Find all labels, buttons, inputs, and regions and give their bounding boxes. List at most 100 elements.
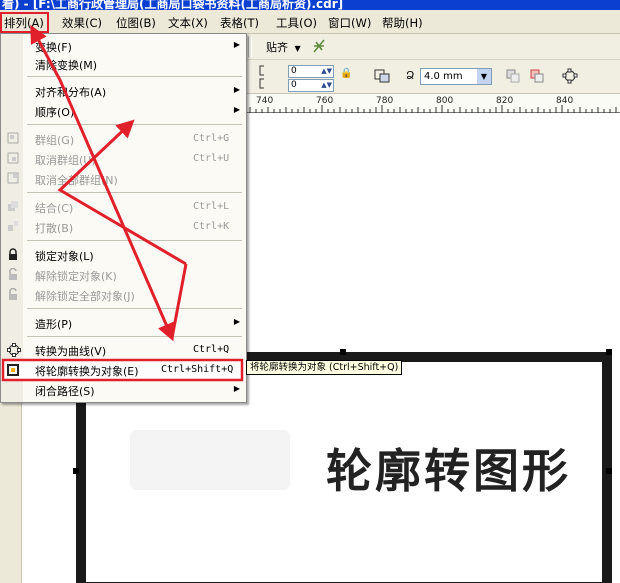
outline-width-value: 4.0 mm (424, 71, 463, 82)
menu-separator (27, 124, 242, 125)
menu-item-break-apart[interactable]: 打散(B) Ctrl+K (1, 217, 246, 237)
menu-window[interactable]: 窗口(W) (328, 14, 371, 32)
outline-width-select[interactable]: 4.0 mm ▼ (420, 68, 492, 85)
menu-item-combine[interactable]: 结合(C) Ctrl+L (1, 197, 246, 217)
menu-item-lock-object[interactable]: 锁定对象(L) (1, 245, 246, 265)
field-a-input[interactable]: 0 ▲▼ (288, 65, 334, 78)
submenu-arrow-icon: ▶ (233, 317, 240, 326)
ruler-label: 760 (316, 96, 334, 106)
selection-handle[interactable] (340, 349, 346, 355)
menu-item-label: 将轮廓转换为对象(E) (35, 365, 139, 378)
unlock-icon (7, 267, 19, 284)
menu-item-shortcut: Ctrl+Shift+Q (161, 364, 234, 375)
ruler-label: 820 (496, 96, 514, 106)
menu-item-label: 清除变换(M) (35, 59, 98, 72)
back-one-icon[interactable] (506, 69, 520, 86)
menu-item-label: 锁定对象(L) (35, 250, 94, 263)
selection-handle[interactable] (606, 468, 612, 474)
ruler-label: 740 (256, 96, 274, 106)
menu-bitmaps[interactable]: 位图(B) (116, 14, 156, 32)
group-icon (7, 132, 19, 147)
unlock-all-icon (7, 287, 19, 304)
submenu-arrow-icon: ▶ (233, 384, 240, 393)
menu-arrange[interactable]: 排列(A) (4, 14, 44, 32)
submenu-arrow-icon: ▶ (233, 85, 240, 94)
ruler-label: 800 (436, 96, 454, 106)
faded-text-area (130, 430, 290, 490)
menu-help[interactable]: 帮助(H) (382, 14, 423, 32)
bracket-icon (258, 65, 266, 89)
menu-item-shortcut: Ctrl+L (193, 201, 230, 212)
window-title: 看) - [F:\工商行政管理局(工商局口袋书资料(工商局析资).cdr] (2, 0, 344, 10)
shortcut-tooltip: 将轮廓转换为对象 (Ctrl+Shift+Q) (246, 360, 403, 375)
ungroup-all-icon (7, 172, 19, 187)
arrange-menu: 变换(F) ▶ 清除变换(M) 对齐和分布(A) ▶ 顺序(O) ▶ 群组(G)… (0, 33, 247, 403)
menu-item-shaping[interactable]: 造形(P) ▶ (1, 313, 246, 333)
spinner-icon[interactable]: ▲▼ (321, 80, 332, 91)
field-b-input[interactable]: 0 ▲▼ (288, 79, 334, 92)
chevron-down-icon: ▼ (477, 69, 491, 84)
menu-item-transform[interactable]: 变换(F) ▶ (1, 36, 246, 56)
spinner-icon[interactable]: ▲▼ (321, 66, 332, 77)
menu-item-shortcut: Ctrl+G (193, 133, 230, 144)
snap-label: 贴齐 (266, 41, 288, 54)
menu-item-order[interactable]: 顺序(O) ▶ (1, 101, 246, 121)
break-apart-icon (7, 220, 19, 235)
selection-handle[interactable] (606, 349, 612, 355)
menu-item-label: 闭合路径(S) (35, 385, 95, 398)
menu-item-ungroup-all[interactable]: 取消全部群组(N) (1, 169, 246, 189)
menu-item-shortcut: Ctrl+K (193, 221, 230, 232)
snap-options-icon[interactable] (312, 38, 326, 54)
menu-separator (27, 192, 242, 193)
menu-item-convert-to-curves[interactable]: 转换为曲线(V) Ctrl+Q (1, 340, 246, 360)
menu-separator (27, 308, 242, 309)
menu-item-shortcut: Ctrl+Q (193, 344, 230, 355)
menu-item-label: 解除锁定全部对象(J) (35, 290, 135, 303)
menu-item-close-path[interactable]: 闭合路径(S) ▶ (1, 380, 246, 400)
toolbar-divider (248, 37, 252, 57)
snap-dropdown[interactable]: 贴齐 ▼ (266, 39, 301, 55)
menu-item-align-distribute[interactable]: 对齐和分布(A) ▶ (1, 81, 246, 101)
submenu-arrow-icon: ▶ (233, 40, 240, 49)
menu-item-label: 造形(P) (35, 318, 73, 331)
menu-item-group[interactable]: 群组(G) Ctrl+G (1, 129, 246, 149)
menu-item-outline-to-object[interactable]: 将轮廓转换为对象(E) Ctrl+Shift+Q (1, 360, 246, 380)
menu-table[interactable]: 表格(T) (220, 14, 259, 32)
menu-item-label: 打散(B) (35, 222, 74, 235)
menu-item-ungroup[interactable]: 取消群组(U) Ctrl+U (1, 149, 246, 169)
forward-one-icon[interactable] (530, 69, 544, 86)
convert-curves-icon[interactable] (562, 68, 578, 87)
ruler-label: 840 (556, 96, 574, 106)
menu-item-clear-transform[interactable]: 清除变换(M) (1, 54, 246, 74)
menu-effects[interactable]: 效果(C) (62, 14, 102, 32)
menu-item-label: 取消全部群组(N) (35, 174, 118, 187)
combine-icon (7, 200, 19, 215)
menu-item-label: 结合(C) (35, 202, 74, 215)
shape-text[interactable]: 轮廓转图形 (326, 435, 571, 501)
field-a-value: 0 (291, 66, 297, 76)
menu-separator (27, 240, 242, 241)
menu-tools[interactable]: 工具(O) (276, 14, 317, 32)
menu-item-label: 顺序(O) (35, 106, 75, 119)
curve-icon (7, 343, 21, 360)
menu-item-label: 变换(F) (35, 41, 72, 54)
lock-icon (7, 248, 19, 264)
lock-ratio-icon[interactable]: 🔒 (340, 68, 352, 79)
menu-item-label: 取消群组(U) (35, 154, 96, 167)
menu-item-unlock-all[interactable]: 解除锁定全部对象(J) (1, 285, 246, 305)
outline-pen-icon: Ձ (406, 69, 415, 82)
menu-item-unlock-object[interactable]: 解除锁定对象(K) (1, 265, 246, 285)
menu-item-label: 群组(G) (35, 134, 75, 147)
menu-item-shortcut: Ctrl+U (193, 153, 230, 164)
chevron-down-icon: ▼ (294, 44, 301, 53)
menu-text[interactable]: 文本(X) (168, 14, 208, 32)
menu-bar: 排列(A) 效果(C) 位图(B) 文本(X) 表格(T) 工具(O) 窗口(W… (0, 10, 620, 34)
menu-separator (27, 336, 242, 337)
menu-item-label: 转换为曲线(V) (35, 345, 107, 358)
selection-handle[interactable] (73, 468, 79, 474)
wrap-text-icon[interactable] (374, 69, 390, 86)
menu-separator (27, 76, 242, 77)
menu-item-label: 对齐和分布(A) (35, 86, 107, 99)
menu-item-label: 解除锁定对象(K) (35, 270, 117, 283)
ungroup-icon (7, 152, 19, 167)
